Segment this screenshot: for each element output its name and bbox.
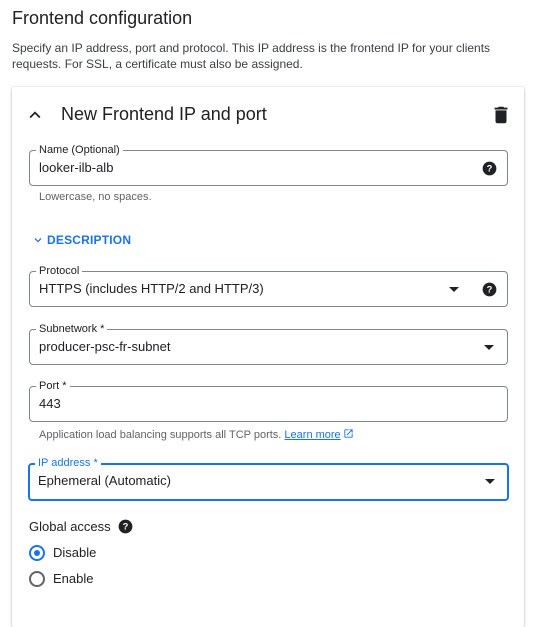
description-toggle-label: DESCRIPTION [47,233,132,247]
port-label: Port * [36,379,70,393]
radio-button[interactable] [29,545,45,561]
learn-more-link[interactable]: Learn more [284,429,340,441]
radio-enable-label: Enable [53,571,94,586]
protocol-label: Protocol [36,264,83,278]
dropdown-arrow-icon [484,345,494,350]
radio-disable-label: Disable [53,545,97,560]
card-title: New Frontend IP and port [61,104,267,124]
name-field-label: Name (Optional) [36,143,123,157]
chevron-up-icon[interactable] [24,104,46,126]
help-icon[interactable]: ? [118,519,133,534]
svg-text:?: ? [487,285,493,295]
subnetwork-label: Subnetwork * [36,322,108,336]
protocol-select[interactable]: Protocol HTTPS (includes HTTP/2 and HTTP… [29,264,508,307]
subnetwork-select[interactable]: Subnetwork * producer-psc-fr-subnet [29,322,508,365]
dropdown-arrow-icon [449,287,459,292]
subnetwork-value: producer-psc-fr-subnet [39,339,171,354]
ip-address-select[interactable]: IP address * Ephemeral (Automatic) [28,456,509,501]
dropdown-arrow-icon [485,479,495,484]
card-header: New Frontend IP and port [12,87,524,143]
name-hint: Lowercase, no spaces. [39,191,152,203]
ip-address-label: IP address * [35,456,101,470]
protocol-value: HTTPS (includes HTTP/2 and HTTP/3) [39,281,264,296]
page-title: Frontend configuration [12,8,193,28]
port-hint-text: Application load balancing supports all … [39,429,282,441]
frontend-card: New Frontend IP and port Name (Optional)… [12,87,524,627]
page-description: Specify an IP address, port and protocol… [12,41,491,71]
trash-icon[interactable] [490,104,512,126]
svg-text:?: ? [487,164,493,174]
name-field-value[interactable]: looker-ilb-alb [39,160,113,175]
description-toggle[interactable]: DESCRIPTION [31,233,131,247]
name-field[interactable]: Name (Optional) looker-ilb-alb ? [29,143,508,186]
port-hint: Application load balancing supports all … [39,428,354,441]
external-link-icon [344,429,353,438]
svg-text:?: ? [123,522,129,532]
global-access-label: Global access [29,519,111,534]
help-icon[interactable]: ? [482,282,497,297]
port-value[interactable]: 443 [39,396,61,411]
port-field[interactable]: Port * 443 [29,379,508,422]
radio-button[interactable] [29,571,45,587]
help-icon[interactable]: ? [482,161,497,176]
chevron-down-icon [34,238,42,243]
ip-address-value: Ephemeral (Automatic) [38,473,171,488]
